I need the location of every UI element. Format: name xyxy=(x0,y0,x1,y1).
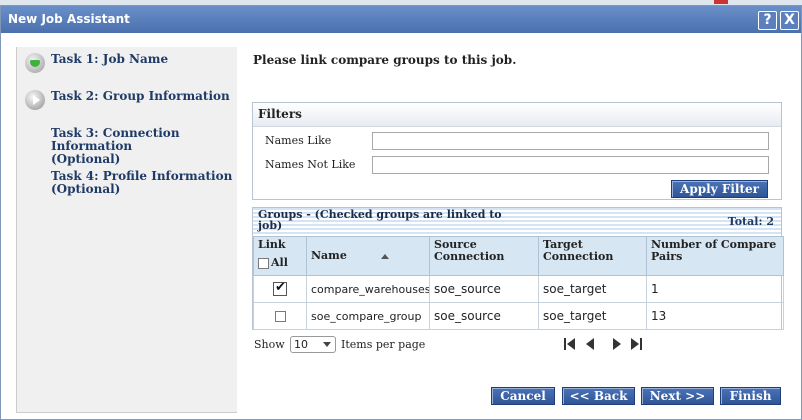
target-connection: soe_target xyxy=(538,275,647,303)
sort-ascending-icon xyxy=(380,253,389,259)
task-2-label[interactable]: Task 2: Group Information xyxy=(51,90,236,103)
page-prompt: Please link compare groups to this job. xyxy=(253,53,517,67)
cancel-button[interactable]: Cancel xyxy=(491,387,555,405)
page-size-value: 10 xyxy=(294,338,308,351)
target-connection: soe_target xyxy=(538,302,647,330)
filters-title: Filters xyxy=(253,103,781,127)
finish-button[interactable]: Finish xyxy=(720,387,781,405)
groups-table: Link All Name Source Connection Target C… xyxy=(253,236,784,330)
close-button[interactable]: X xyxy=(780,11,799,30)
column-header-link: Link All xyxy=(253,236,307,276)
source-connection: soe_source xyxy=(429,302,539,330)
check-circle-icon xyxy=(25,53,45,73)
task-sidebar: Task 1: Job Name Task 2: Group Informati… xyxy=(16,47,237,413)
select-all-checkbox[interactable] xyxy=(258,257,269,269)
link-header-label: Link xyxy=(258,238,286,251)
background-indicator xyxy=(714,0,728,4)
link-cell xyxy=(253,302,307,330)
names-not-like-input[interactable] xyxy=(372,156,769,174)
items-per-page-label: Items per page xyxy=(341,338,426,351)
group-name: compare_warehouses xyxy=(306,275,430,303)
column-header-source[interactable]: Source Connection xyxy=(429,236,539,276)
column-header-name[interactable]: Name xyxy=(306,236,430,276)
main-panel: Please link compare groups to this job. … xyxy=(237,47,801,413)
table-row[interactable]: soe_compare_group soe_source soe_target … xyxy=(253,302,784,330)
filters-panel: Filters Names Like Names Not Like Apply … xyxy=(252,102,782,200)
table-row[interactable]: compare_warehouses soe_source soe_target… xyxy=(253,275,784,303)
source-connection: soe_source xyxy=(429,275,539,303)
dialog-title: New Job Assistant xyxy=(8,12,130,26)
first-page-icon[interactable] xyxy=(564,337,576,351)
group-name: soe_compare_group xyxy=(306,302,430,330)
previous-page-icon[interactable] xyxy=(584,337,596,351)
last-page-icon[interactable] xyxy=(631,337,643,351)
task-3-label[interactable]: Task 3: Connection Information (Optional… xyxy=(51,127,201,166)
groups-header: Groups - (Checked groups are linked to j… xyxy=(253,208,781,236)
apply-filter-button[interactable]: Apply Filter xyxy=(671,180,768,198)
groups-panel: Groups - (Checked groups are linked to j… xyxy=(252,207,784,330)
chevron-down-icon xyxy=(323,342,331,347)
dialog-title-bar[interactable]: New Job Assistant ? X xyxy=(1,6,801,33)
play-circle-icon xyxy=(25,90,45,110)
back-button[interactable]: << Back xyxy=(562,387,635,405)
groups-table-header: Link All Name Source Connection Target C… xyxy=(253,236,784,276)
row-link-checkbox[interactable] xyxy=(273,280,287,297)
link-cell xyxy=(253,275,307,303)
groups-total: Total: 2 xyxy=(727,215,774,228)
column-header-pairs[interactable]: Number of Compare Pairs xyxy=(646,236,784,276)
help-button[interactable]: ? xyxy=(758,11,777,30)
row-link-checkbox[interactable] xyxy=(274,311,286,322)
next-button[interactable]: Next >> xyxy=(641,387,714,405)
column-header-target[interactable]: Target Connection xyxy=(538,236,647,276)
names-like-label: Names Like xyxy=(265,134,332,147)
close-icon: X xyxy=(784,12,795,28)
page-size-select[interactable]: 10 xyxy=(290,336,336,353)
dialog-body: Task 1: Job Name Task 2: Group Informati… xyxy=(16,47,801,413)
names-like-input[interactable] xyxy=(372,132,769,150)
compare-pairs: 1 xyxy=(646,275,784,303)
new-job-dialog: New Job Assistant ? X Task 1: Job Name T… xyxy=(0,5,802,420)
names-not-like-label: Names Not Like xyxy=(265,158,356,171)
help-icon: ? xyxy=(763,12,772,28)
name-header-label: Name xyxy=(311,249,347,262)
compare-pairs: 13 xyxy=(646,302,784,330)
task-4-label[interactable]: Task 4: Profile Information (Optional) xyxy=(51,170,236,196)
next-page-icon[interactable] xyxy=(611,337,623,351)
select-all-label: All xyxy=(271,256,288,269)
show-label: Show xyxy=(254,338,285,351)
groups-title: Groups - (Checked groups are linked to j… xyxy=(258,208,502,232)
task-1-label[interactable]: Task 1: Job Name xyxy=(51,53,231,66)
